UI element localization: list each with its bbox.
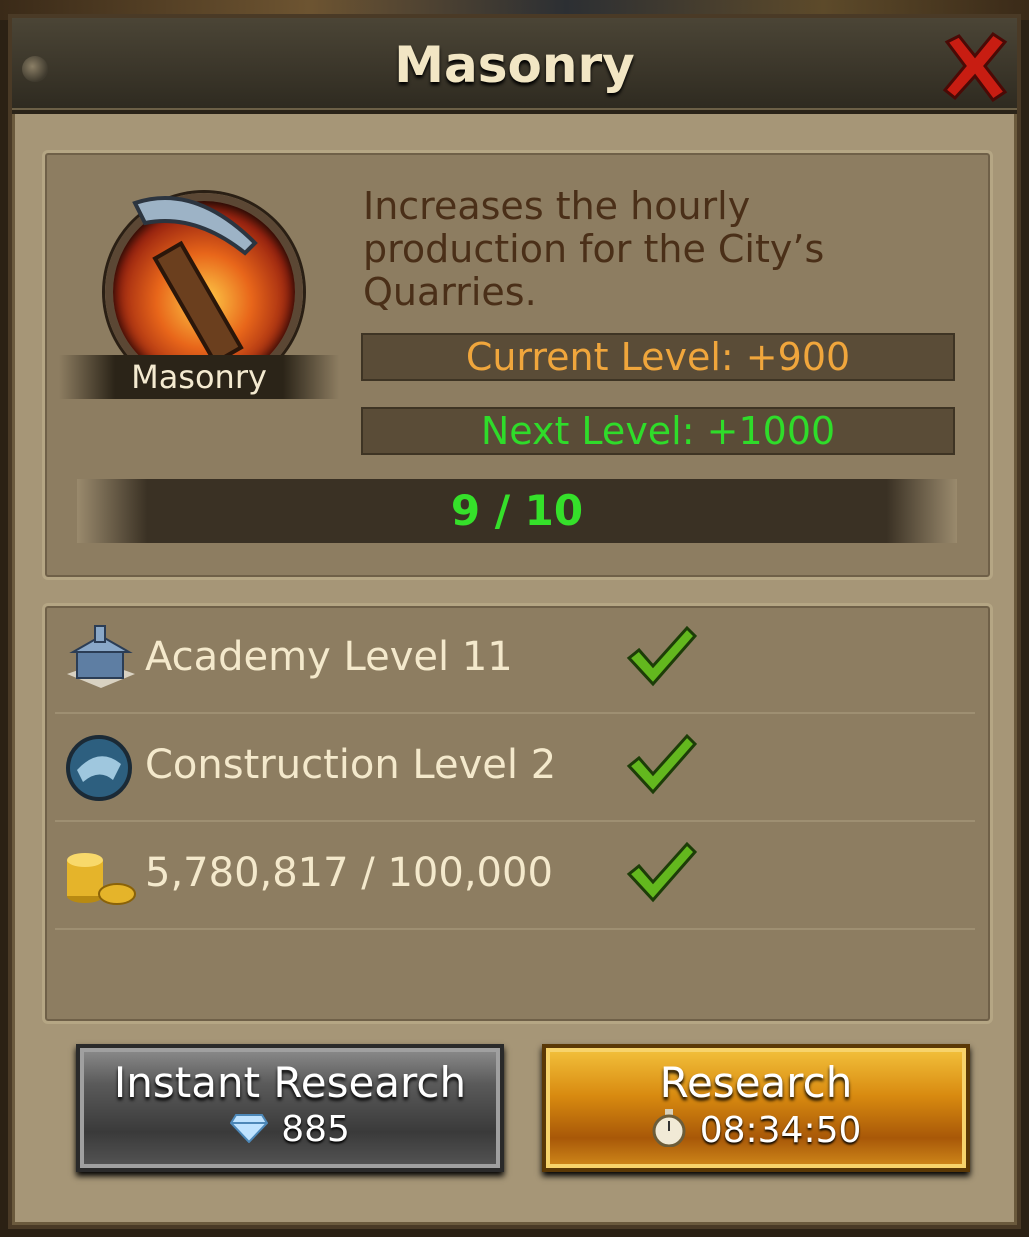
checkmark-icon [625,732,698,796]
dialog-title: Masonry [394,36,635,94]
requirement-row: Academy Level 11 [55,606,975,714]
level-progress-bar: 9 / 10 [77,479,957,543]
checkmark-icon [625,624,698,688]
research-dialog: Masonry Masonry Increases the hourly pro… [8,14,1021,1229]
requirement-label: 5,780,817 / 100,000 [145,850,553,896]
gold-coins-icon [63,840,139,910]
research-description: Increases the hourly production for the … [363,184,825,314]
level-progress-text: 9 / 10 [450,486,584,535]
instant-research-cost: 885 [281,1109,350,1150]
title-bar: Masonry [12,18,1017,114]
academy-building-icon [63,624,139,694]
research-button[interactable]: Research 08:34:50 [542,1044,970,1172]
requirement-label: Construction Level 2 [145,742,557,788]
requirements-panel: Academy Level 11 Construction Level 2 5,… [42,603,993,1024]
research-name-plate: Masonry [59,355,339,399]
current-level: Current Level: +900 [361,333,955,381]
gem-icon [229,1113,269,1147]
requirement-row: 5,780,817 / 100,000 [55,822,975,930]
research-info-panel: Masonry Increases the hourly production … [42,150,993,580]
next-level: Next Level: +1000 [361,407,955,455]
construction-research-icon [63,732,139,802]
checkmark-icon [625,840,698,904]
research-time: 08:34:50 [699,1109,862,1151]
research-label: Research [659,1058,853,1107]
close-x-icon [942,31,1008,103]
stopwatch-icon [651,1109,687,1151]
requirement-row: Construction Level 2 [55,714,975,822]
close-button[interactable] [939,30,1011,103]
requirement-label: Academy Level 11 [145,634,513,680]
instant-research-button[interactable]: Instant Research 885 [76,1044,504,1172]
instant-research-label: Instant Research [113,1058,467,1107]
